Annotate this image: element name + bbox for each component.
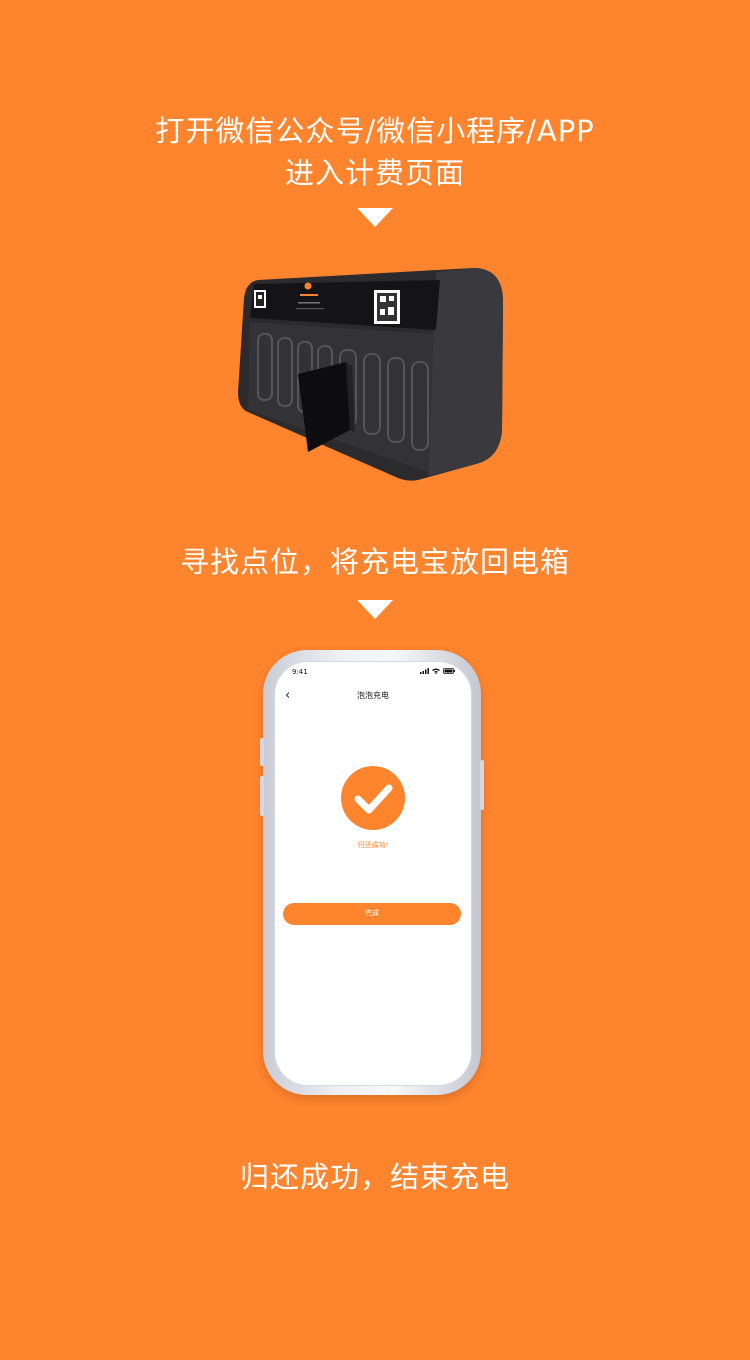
step-3-instruction: 归还成功，结束充电	[0, 1156, 750, 1198]
step-1-instruction: 打开微信公众号/微信小程序/APP 进入计费页面	[0, 110, 750, 194]
phone-power-button	[480, 760, 484, 810]
step-1-line-1: 打开微信公众号/微信小程序/APP	[155, 114, 595, 148]
success-badge	[341, 766, 405, 830]
done-button[interactable]: 完成	[283, 903, 461, 925]
step-1-line-2: 进入计费页面	[284, 156, 465, 190]
phone-screen: 9:41 ‹ 泡泡充电 归还成功! 完成	[274, 661, 472, 1086]
charging-station-illustration	[228, 262, 508, 484]
success-message: 归还成功!	[357, 841, 389, 849]
down-triangle-icon	[357, 208, 393, 227]
down-triangle-icon	[357, 600, 393, 619]
phone-volume-button	[260, 738, 264, 766]
status-time: 9:41	[292, 668, 308, 676]
signal-icon	[420, 668, 429, 674]
step-2-line-1: 寻找点位，将充电宝放回电箱	[179, 545, 570, 579]
check-mark-icon	[354, 784, 393, 814]
step-3-line-1: 归还成功，结束充电	[239, 1160, 510, 1194]
status-icons	[420, 668, 455, 674]
nav-title: 泡泡充电	[357, 691, 389, 700]
phone-mockup: 9:41 ‹ 泡泡充电 归还成功! 完成	[260, 650, 484, 1095]
phone-volume-button	[260, 776, 264, 816]
step-2-instruction: 寻找点位，将充电宝放回电箱	[0, 541, 750, 583]
wifi-icon	[432, 668, 440, 674]
battery-icon	[443, 668, 455, 674]
